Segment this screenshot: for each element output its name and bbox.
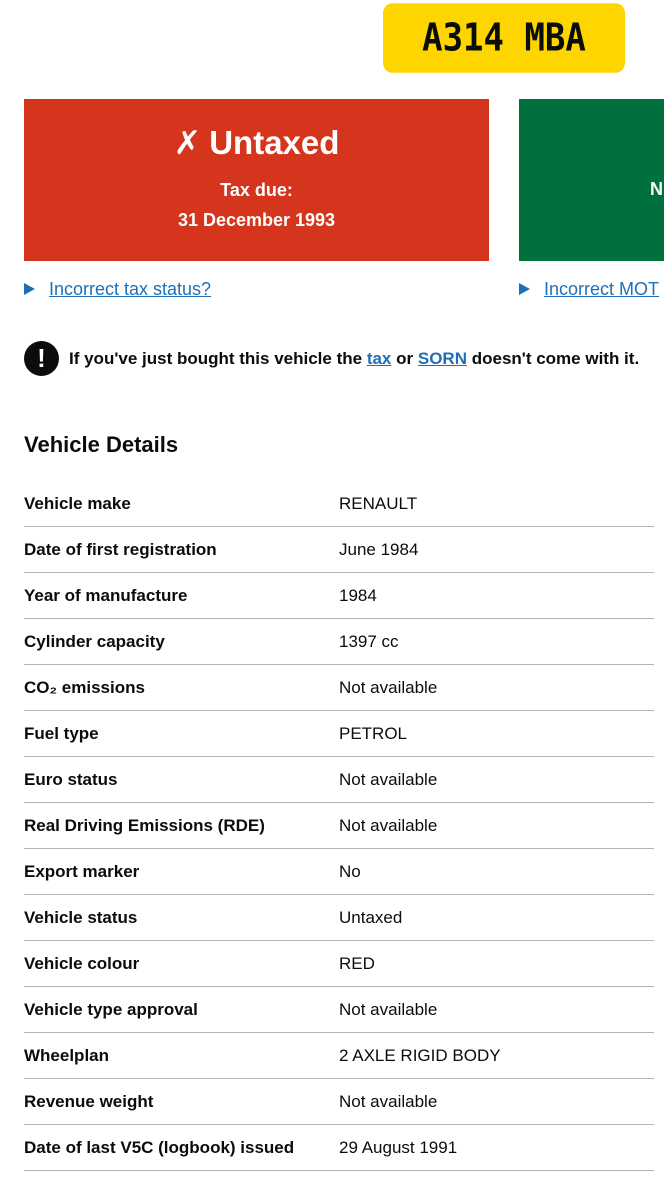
details-row: Real Driving Emissions (RDE) Not availab… (24, 803, 654, 849)
details-label: Vehicle make (24, 493, 131, 513)
mot-status-text: N (650, 179, 663, 199)
details-value: 2 AXLE RIGID BODY (339, 1045, 501, 1065)
details-value: Not available (339, 769, 438, 789)
registration-plate: A314 MBA (383, 3, 625, 73)
details-label: Vehicle type approval (24, 999, 198, 1019)
details-row: Euro status Not available (24, 757, 654, 803)
details-label: Real Driving Emissions (RDE) (24, 815, 265, 835)
incorrect-tax-link[interactable]: Incorrect tax status? (49, 278, 211, 300)
details-label: Year of manufacture (24, 585, 188, 605)
details-row: Vehicle make RENAULT (24, 481, 654, 527)
details-label: Date of first registration (24, 539, 217, 559)
vehicle-enquiry-page: A314 MBA ✗ Untaxed Tax due: 31 December 1… (0, 0, 664, 1182)
details-label: Date of last V5C (logbook) issued (24, 1137, 295, 1157)
details-row: Cylinder capacity 1397 cc (24, 619, 654, 665)
warning-text: If you've just bought this vehicle the t… (69, 349, 639, 369)
disclosure-triangle-icon[interactable] (24, 283, 35, 295)
incorrect-mot-details[interactable]: Incorrect MOT (519, 278, 659, 300)
details-label: Vehicle colour (24, 953, 140, 973)
details-label: Euro status (24, 769, 118, 789)
warning-icon: ! (24, 341, 59, 376)
details-value: RENAULT (339, 493, 418, 513)
details-row: Date of first registration June 1984 (24, 527, 654, 573)
incorrect-tax-details[interactable]: Incorrect tax status? (24, 278, 211, 300)
details-row: Vehicle colour RED (24, 941, 654, 987)
details-value: 29 August 1991 (339, 1137, 458, 1157)
details-value: Not available (339, 1091, 438, 1111)
details-label: CO₂ emissions (24, 677, 145, 697)
details-value: 1984 (339, 585, 377, 605)
details-row: Vehicle status Untaxed (24, 895, 654, 941)
tax-due-date: 31 December 1993 (177, 210, 336, 230)
details-row: Export marker No (24, 849, 654, 895)
tax-due-label: Tax due: (220, 180, 293, 200)
details-value: Not available (339, 999, 438, 1019)
details-row: Wheelplan 2 AXLE RIGID BODY (24, 1033, 654, 1079)
details-label: Vehicle status (24, 907, 138, 927)
details-label: Fuel type (24, 723, 99, 743)
details-row: CO₂ emissions Not available (24, 665, 654, 711)
sorn-link[interactable]: SORN (418, 349, 467, 368)
details-label: Export marker (24, 861, 140, 881)
incorrect-mot-link[interactable]: Incorrect MOT (544, 278, 659, 300)
warning-text-before: If you've just bought this vehicle the (69, 348, 363, 368)
details-row: Revenue weight Not available (24, 1079, 654, 1125)
details-value: Untaxed (339, 907, 403, 927)
vehicle-details-list: Vehicle make RENAULT Date of first regis… (24, 481, 654, 1171)
details-value: Not available (339, 677, 438, 697)
details-value: 1397 cc (339, 631, 399, 651)
details-value: No (339, 861, 361, 881)
details-row: Fuel type PETROL (24, 711, 654, 757)
tax-link[interactable]: tax (367, 349, 392, 368)
warning-text-or: or (396, 348, 414, 368)
tax-status-heading: ✗ Untaxed (24, 123, 489, 163)
vehicle-details-title: Vehicle Details (24, 432, 179, 457)
details-value: RED (339, 953, 375, 973)
details-value: PETROL (339, 723, 408, 743)
cross-icon: ✗ (173, 124, 202, 161)
details-label: Revenue weight (24, 1091, 154, 1111)
tax-status-card: ✗ Untaxed Tax due: 31 December 1993 (24, 99, 489, 261)
warning-notice: ! If you've just bought this vehicle the… (24, 341, 664, 376)
details-value: June 1984 (339, 539, 419, 559)
details-label: Cylinder capacity (24, 631, 165, 651)
mot-status-card: N (519, 99, 664, 261)
details-label: Wheelplan (24, 1045, 110, 1065)
disclosure-triangle-icon[interactable] (519, 283, 530, 295)
tax-status-text: Untaxed (209, 124, 340, 161)
warning-text-after: doesn't come with it. (471, 348, 640, 368)
details-value: Not available (339, 815, 438, 835)
details-row: Vehicle type approval Not available (24, 987, 654, 1033)
details-row: Year of manufacture 1984 (24, 573, 654, 619)
details-row: Date of last V5C (logbook) issued 29 Aug… (24, 1125, 654, 1171)
